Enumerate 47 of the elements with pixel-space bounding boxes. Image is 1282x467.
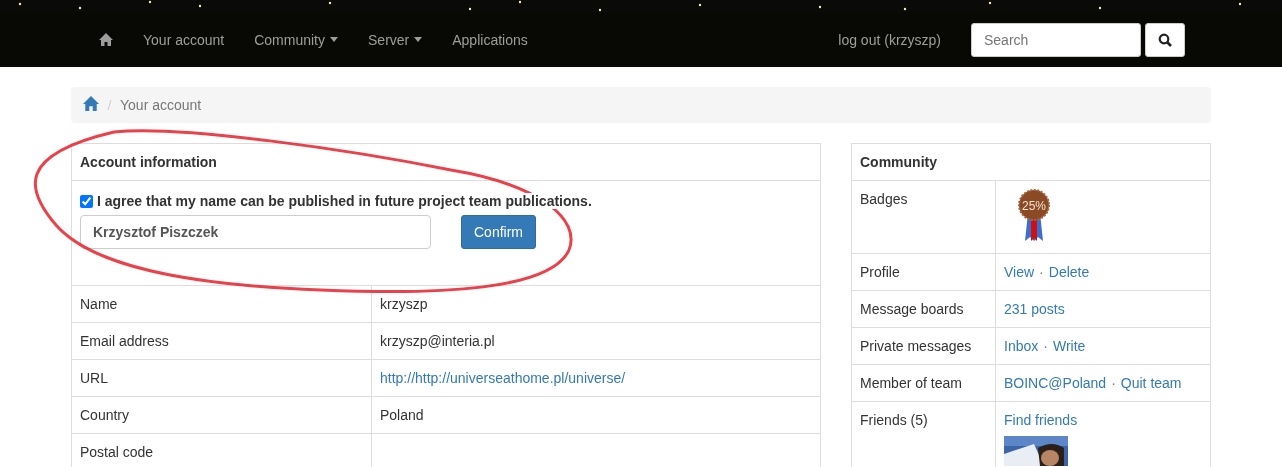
name-field[interactable]: Krzysztof Piszczek — [80, 215, 431, 249]
community-link[interactable]: 231 posts — [1004, 301, 1065, 317]
confirm-button[interactable]: Confirm — [461, 215, 536, 249]
panel-title: Account information — [72, 144, 820, 181]
row-label: URL — [79, 369, 109, 388]
separator-dot: · — [1111, 375, 1116, 391]
consent-checkbox[interactable] — [80, 194, 93, 208]
logout-link[interactable]: log out (krzyszp) — [823, 31, 956, 48]
nav-dropdown[interactable]: Community — [239, 31, 353, 48]
nav-link[interactable]: Applications — [437, 31, 543, 48]
url-link[interactable]: http://http://universeathome.pl/universe/ — [380, 370, 626, 386]
row-label: Postal code — [79, 443, 155, 462]
search-icon — [1158, 32, 1172, 47]
row-label: Profile — [859, 263, 901, 282]
home-icon — [83, 96, 99, 111]
nav-dropdown[interactable]: Server — [353, 31, 438, 48]
community-link[interactable]: Write — [1052, 338, 1086, 354]
search-field[interactable]: Search — [971, 22, 1141, 57]
community-link[interactable]: Quit team — [1120, 375, 1182, 391]
row-label: Name — [79, 295, 119, 314]
community-link[interactable]: Inbox — [1004, 338, 1039, 354]
community-link[interactable]: Find friends — [1004, 412, 1078, 428]
home-icon — [99, 33, 113, 46]
separator-dot: · — [1039, 264, 1044, 280]
row-label: Email address — [79, 332, 170, 351]
nav-link[interactable]: Your account — [128, 31, 240, 48]
community-link[interactable]: View — [1004, 264, 1035, 280]
row-label: Country — [79, 406, 131, 425]
row-value: krzyszp@interia.pl — [380, 333, 495, 349]
row-label: Member of team — [859, 374, 963, 393]
row-label: Friends (5) — [859, 411, 929, 430]
breadcrumb-current: Your account — [120, 97, 202, 113]
search-button[interactable] — [1145, 22, 1185, 57]
community-link[interactable]: BOINC@Poland — [1004, 375, 1107, 391]
consent-label: I agree that my name can be published in future project team publications. — [97, 193, 592, 209]
row-label: Private messages — [859, 337, 973, 356]
breadcrumb-divider-icon — [107, 99, 112, 111]
panel-title: Community — [852, 144, 1210, 181]
row-value: krzyszp — [380, 296, 428, 312]
separator-dot: · — [1043, 338, 1048, 354]
caret-icon — [330, 37, 338, 42]
row-value: Poland — [380, 407, 424, 423]
row-label: Message boards — [859, 300, 965, 319]
community-link[interactable]: Delete — [1048, 264, 1090, 280]
home-link[interactable] — [83, 96, 99, 114]
row-label: Badges — [859, 190, 909, 209]
caret-icon — [414, 37, 423, 42]
